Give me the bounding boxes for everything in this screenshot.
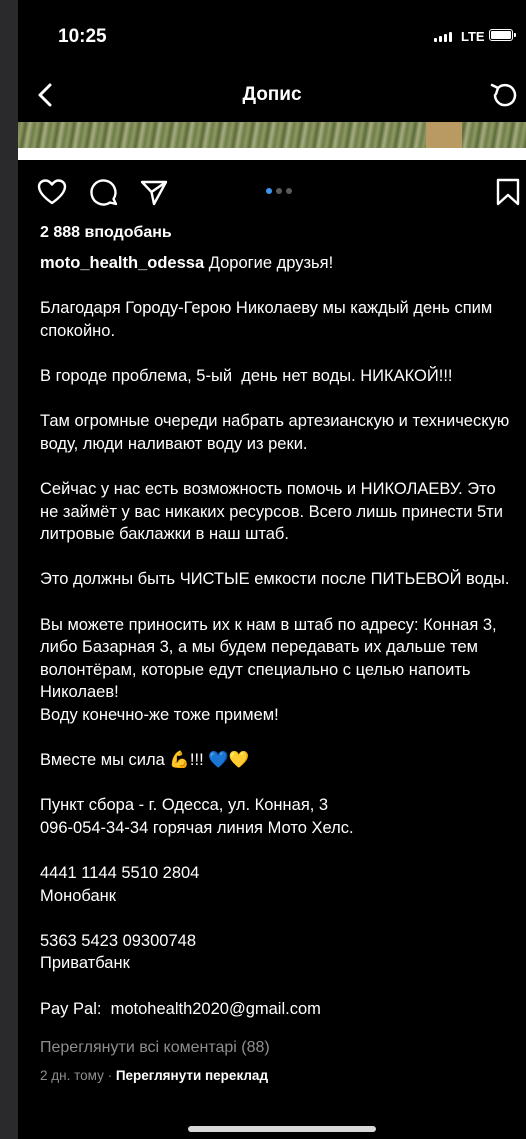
carousel-dot	[266, 188, 272, 194]
post-time: 2 дн. тому	[40, 1068, 104, 1083]
meta-separator: ·	[103, 1068, 116, 1083]
status-bar: 10:25 LTE	[18, 0, 526, 70]
carousel-dot	[286, 188, 292, 194]
battery-icon	[489, 29, 516, 41]
carousel-dot	[276, 188, 282, 194]
carousel-indicator	[266, 188, 292, 194]
caption-text: Дорогие друзья! Благодаря Городу-Герою Н…	[40, 254, 510, 1018]
like-count[interactable]: 2 888 вподобань	[40, 224, 172, 242]
bookmark-icon[interactable]	[492, 176, 524, 208]
status-time: 10:25	[58, 26, 107, 47]
post-meta: 2 дн. тому · Переглянути переклад	[40, 1068, 268, 1083]
network-type: LTE	[461, 29, 485, 44]
page-title: Допис	[242, 84, 302, 105]
post-username[interactable]: moto_health_odessa	[40, 254, 204, 272]
post-caption: moto_health_odessa Дорогие друзья! Благо…	[40, 252, 518, 1020]
refresh-icon[interactable]	[488, 80, 520, 110]
view-comments-link[interactable]: Переглянути всі коментарі (88)	[40, 1039, 270, 1057]
share-icon[interactable]	[138, 176, 170, 208]
signal-icon	[434, 32, 452, 42]
heart-icon[interactable]	[36, 176, 68, 208]
home-indicator[interactable]	[188, 1126, 376, 1132]
top-nav: Допис	[18, 70, 526, 120]
post-actions	[18, 170, 526, 214]
translate-link[interactable]: Переглянути переклад	[116, 1068, 268, 1083]
phone-screen: 10:25 LTE Допис 2 888 вподобань moto_hea…	[18, 0, 526, 1139]
post-image[interactable]	[18, 122, 526, 160]
comment-icon[interactable]	[88, 176, 120, 208]
